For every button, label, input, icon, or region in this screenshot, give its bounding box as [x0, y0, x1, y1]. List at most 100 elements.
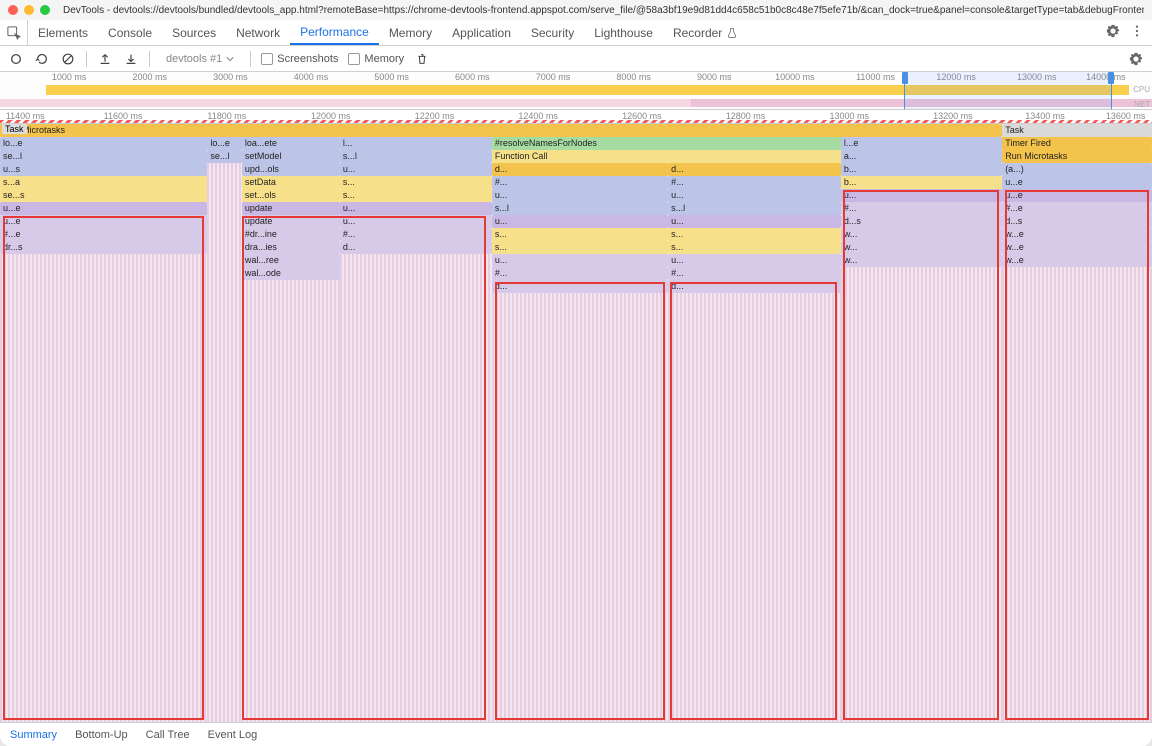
flame-frame[interactable]: u...e: [1002, 176, 1152, 189]
selection-handle-right[interactable]: [1108, 72, 1114, 84]
flame-frame[interactable]: w...e: [1002, 254, 1152, 267]
flame-frame[interactable]: d...: [492, 280, 668, 293]
maximize-icon[interactable]: [40, 5, 50, 15]
flame-frame[interactable]: (a...): [1002, 163, 1152, 176]
flame-frame[interactable]: #...: [340, 228, 492, 241]
tab-call-tree[interactable]: Call Tree: [146, 729, 190, 741]
flame-frame[interactable]: #...: [492, 267, 668, 280]
flame-frame[interactable]: s...: [492, 241, 668, 254]
more-menu-button[interactable]: [1130, 24, 1144, 41]
flame-frame[interactable]: d...s: [841, 215, 1002, 228]
tab-bottom-up[interactable]: Bottom-Up: [75, 729, 128, 741]
flame-frame[interactable]: setData: [242, 176, 340, 189]
tab-elements[interactable]: Elements: [28, 20, 98, 45]
tab-summary[interactable]: Summary: [10, 729, 57, 741]
tab-recorder[interactable]: Recorder: [663, 20, 748, 45]
flame-deep-stack[interactable]: [668, 293, 841, 722]
tab-event-log[interactable]: Event Log: [208, 729, 258, 741]
flame-frame[interactable]: w...e: [1002, 228, 1152, 241]
timeline-overview[interactable]: 1000 ms 2000 ms 3000 ms 4000 ms 5000 ms …: [0, 72, 1152, 110]
flame-frame[interactable]: dr...s: [0, 241, 207, 254]
tab-application[interactable]: Application: [442, 20, 521, 45]
flame-frame[interactable]: s...l: [340, 150, 492, 163]
flame-frame[interactable]: u...: [492, 189, 668, 202]
flame-frame[interactable]: d...: [340, 241, 492, 254]
flame-deep-stack[interactable]: [1002, 267, 1152, 722]
flame-frame[interactable]: wal...ree: [242, 254, 340, 267]
flame-frame[interactable]: w...: [841, 241, 1002, 254]
capture-settings-button[interactable]: [1128, 51, 1144, 67]
flame-frame[interactable]: s...: [668, 228, 841, 241]
flame-frame[interactable]: u...s: [0, 163, 207, 176]
tab-sources[interactable]: Sources: [162, 20, 226, 45]
flame-frame[interactable]: u...: [492, 215, 668, 228]
flame-frame[interactable]: d...: [668, 280, 841, 293]
flame-frame[interactable]: #...e: [0, 228, 207, 241]
flamechart-ruler[interactable]: 11400 ms 11600 ms 11800 ms 12000 ms 1220…: [0, 110, 1152, 124]
flame-frame[interactable]: lo...e: [207, 137, 242, 150]
upload-profile-button[interactable]: [97, 51, 113, 67]
clear-button[interactable]: [60, 51, 76, 67]
flame-frame[interactable]: #...: [841, 202, 1002, 215]
flame-frame[interactable]: w...: [841, 228, 1002, 241]
flame-frame[interactable]: d...s: [1002, 215, 1152, 228]
flame-frame[interactable]: wal...ode: [242, 267, 340, 280]
flame-frame[interactable]: #...: [668, 176, 841, 189]
flame-frame[interactable]: update: [242, 202, 340, 215]
flame-frame[interactable]: Run Microtasks: [0, 124, 1002, 137]
recordings-select[interactable]: devtools #1: [160, 53, 240, 65]
flame-frame[interactable]: a...: [841, 150, 1002, 163]
flame-deep-stack[interactable]: [492, 293, 668, 722]
reload-record-button[interactable]: [34, 51, 50, 67]
overview-selection[interactable]: [904, 72, 1111, 109]
settings-button[interactable]: [1106, 24, 1120, 41]
flame-deep-stack[interactable]: [340, 254, 492, 722]
flame-frame[interactable]: se...s: [0, 189, 207, 202]
tab-console[interactable]: Console: [98, 20, 162, 45]
flame-frame[interactable]: b...: [841, 176, 1002, 189]
flame-frame[interactable]: u...: [668, 189, 841, 202]
flame-frame[interactable]: s...: [492, 228, 668, 241]
flame-frame[interactable]: w...: [841, 254, 1002, 267]
flame-frame[interactable]: s...l: [668, 202, 841, 215]
flame-frame[interactable]: s...: [340, 189, 492, 202]
flame-frame[interactable]: s...l: [492, 202, 668, 215]
flame-deep-stack[interactable]: [242, 280, 340, 722]
flame-frame[interactable]: b...: [841, 163, 1002, 176]
flame-frame[interactable]: l...e: [841, 137, 1002, 150]
flame-frame[interactable]: #...: [668, 267, 841, 280]
flame-frame[interactable]: update: [242, 215, 340, 228]
selection-handle-left[interactable]: [902, 72, 908, 84]
tab-security[interactable]: Security: [521, 20, 584, 45]
flame-frame[interactable]: u...e: [0, 215, 207, 228]
flame-frame[interactable]: #...e: [1002, 202, 1152, 215]
tab-network[interactable]: Network: [226, 20, 290, 45]
flame-deep-stack[interactable]: [0, 254, 207, 722]
flame-frame[interactable]: u...e: [0, 202, 207, 215]
flamechart[interactable]: Task Run Microtasks Task Timer Fired Run…: [0, 124, 1152, 722]
flame-frame[interactable]: upd...ols: [242, 163, 340, 176]
tab-memory[interactable]: Memory: [379, 20, 442, 45]
inspect-element-button[interactable]: [0, 20, 28, 45]
flame-frame[interactable]: u...: [492, 254, 668, 267]
flame-frame[interactable]: u...: [841, 189, 1002, 202]
screenshots-checkbox[interactable]: Screenshots: [261, 53, 338, 65]
flame-frame[interactable]: u...: [340, 202, 492, 215]
flame-frame[interactable]: Task: [1002, 124, 1152, 137]
flame-frame[interactable]: d...: [668, 163, 841, 176]
flame-frame[interactable]: s...: [340, 176, 492, 189]
memory-checkbox[interactable]: Memory: [348, 53, 404, 65]
flame-frame[interactable]: #...: [492, 176, 668, 189]
flame-deep-stack[interactable]: [207, 163, 242, 722]
flame-frame[interactable]: s...: [668, 241, 841, 254]
tab-lighthouse[interactable]: Lighthouse: [584, 20, 663, 45]
flame-frame[interactable]: u...: [668, 254, 841, 267]
close-icon[interactable]: [8, 5, 18, 15]
record-button[interactable]: [8, 51, 24, 67]
flame-frame[interactable]: s...a: [0, 176, 207, 189]
flame-frame[interactable]: se...l: [0, 150, 207, 163]
flame-frame[interactable]: u...: [340, 163, 492, 176]
flame-frame[interactable]: u...: [340, 215, 492, 228]
flame-frame[interactable]: u...: [668, 215, 841, 228]
flame-frame[interactable]: setModel: [242, 150, 340, 163]
